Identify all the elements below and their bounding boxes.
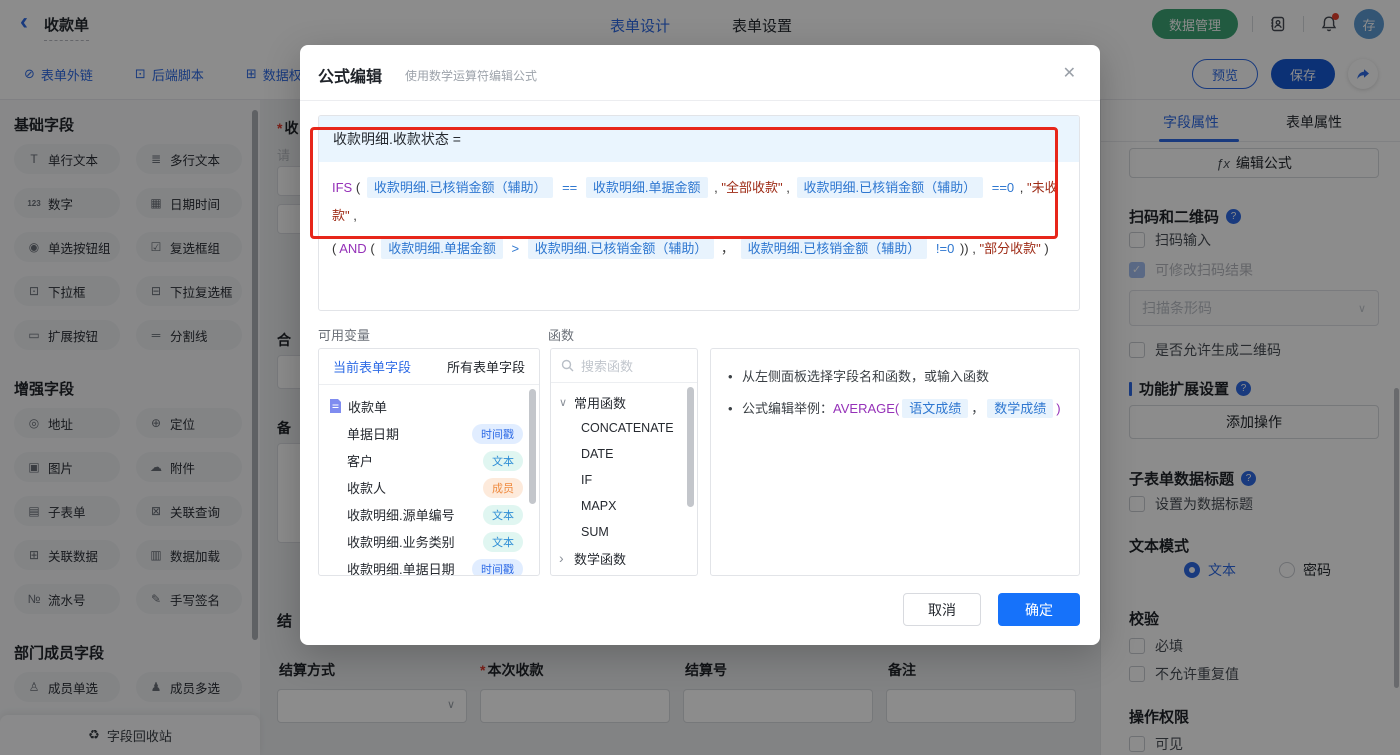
- function-list: 常用函数 CONCATENATE DATE IF MAPX SUM 数学函数: [551, 383, 697, 576]
- function-item[interactable]: CONCATENATE: [551, 415, 697, 441]
- formula-token: IFS: [332, 180, 352, 195]
- formula-token: ,: [972, 241, 976, 256]
- functions-label: 函数: [548, 325, 574, 344]
- function-search-input[interactable]: 搜索函数: [551, 349, 697, 383]
- document-icon: [329, 399, 342, 413]
- variables-panel: 当前表单字段 所有表单字段 收款单 单据日期 时间戳 客户 文本: [318, 348, 540, 576]
- modal-header: 公式编辑 使用数学运算符编辑公式 ✕: [300, 45, 1100, 101]
- search-placeholder: 搜索函数: [581, 356, 633, 375]
- function-item[interactable]: MAPX: [551, 493, 697, 519]
- field-type-badge: 文本: [483, 451, 523, 471]
- variables-scrollbar[interactable]: [529, 389, 536, 504]
- variable-field-row[interactable]: 客户 文本: [329, 447, 539, 474]
- tab-all-form-fields[interactable]: 所有表单字段: [447, 357, 525, 376]
- variable-field-row[interactable]: 收款明细.业务类别 文本: [329, 528, 539, 555]
- formula-token: ==0: [992, 180, 1014, 195]
- formula-token: ，: [721, 241, 734, 256]
- variable-field-row[interactable]: 收款人 成员: [329, 474, 539, 501]
- formula-token: "部分收款": [980, 241, 1041, 256]
- formula-body[interactable]: IFS ( 收款明细.已核销金额（辅助） == 收款明细.单据金额 , "全部收…: [319, 162, 1079, 275]
- tab-current-form-fields[interactable]: 当前表单字段: [333, 357, 411, 376]
- variable-field-row[interactable]: 单据日期 时间戳: [329, 420, 539, 447]
- formula-token: 收款明细.已核销金额（辅助）: [528, 238, 715, 259]
- field-type-badge: 时间戳: [472, 559, 523, 577]
- formula-token: (: [332, 241, 336, 256]
- formula-token: [332, 230, 1066, 235]
- search-icon: [561, 359, 574, 372]
- modal-subtitle: 使用数学运算符编辑公式: [405, 67, 537, 84]
- formula-target: 收款明细.收款状态 =: [319, 116, 1079, 162]
- variable-field-row[interactable]: 收款明细.源单编号 文本: [329, 501, 539, 528]
- formula-token: ,: [786, 180, 790, 195]
- formula-token: ,: [353, 208, 357, 223]
- formula-token: 收款明细.单据金额: [586, 177, 708, 198]
- formula-token: (: [356, 180, 360, 195]
- formula-token: 收款明细.已核销金额（辅助）: [797, 177, 984, 198]
- function-item[interactable]: IF: [551, 467, 697, 493]
- formula-help-panel: 从左侧面板选择字段名和函数，或输入函数 公式编辑举例：AVERAGE(语文成绩，…: [710, 348, 1080, 576]
- formula-token: "全部收款": [721, 180, 782, 195]
- function-group-collapsed[interactable]: 文本函数: [551, 571, 697, 576]
- formula-token: ): [1044, 241, 1048, 256]
- app-root: ‹ 收款单 表单设计 表单设置 数据管理 存 ⊘ 表单外链: [0, 0, 1400, 755]
- formula-token: ==: [562, 180, 577, 195]
- formula-token: ,: [1020, 180, 1024, 195]
- function-item[interactable]: SUM: [551, 519, 697, 545]
- field-type-badge: 文本: [483, 532, 523, 552]
- formula-token: ,: [714, 180, 718, 195]
- field-type-badge: 文本: [483, 505, 523, 525]
- help-tip-example: 公式编辑举例：AVERAGE(语文成绩，数学成绩): [728, 396, 1062, 422]
- variables-tree: 收款单 单据日期 时间戳 客户 文本 收款人 成员: [319, 385, 539, 576]
- chevron-right-icon: [559, 550, 569, 566]
- formula-token: >: [512, 241, 520, 256]
- function-group-collapsed[interactable]: 数学函数: [551, 545, 697, 571]
- formula-edit-modal: 公式编辑 使用数学运算符编辑公式 ✕ 收款明细.收款状态 = IFS ( 收款明…: [300, 45, 1100, 645]
- close-icon[interactable]: ✕: [1063, 63, 1076, 83]
- variables-root-node[interactable]: 收款单: [329, 392, 539, 420]
- formula-editor[interactable]: 收款明细.收款状态 = IFS ( 收款明细.已核销金额（辅助） == 收款明细…: [318, 115, 1080, 311]
- formula-token: !=0: [936, 241, 954, 256]
- functions-panel: 搜索函数 常用函数 CONCATENATE DATE IF MAPX SUM: [550, 348, 698, 576]
- modal-title: 公式编辑: [318, 63, 382, 87]
- formula-token: (: [370, 241, 374, 256]
- field-type-badge: 成员: [483, 478, 523, 498]
- help-tip: 从左侧面板选择字段名和函数，或输入函数: [728, 364, 1062, 390]
- formula-token: 收款明细.已核销金额（辅助）: [367, 177, 554, 198]
- function-item[interactable]: DATE: [551, 441, 697, 467]
- confirm-button[interactable]: 确定: [998, 593, 1080, 626]
- formula-token: )): [960, 241, 969, 256]
- functions-scrollbar[interactable]: [687, 387, 694, 507]
- variable-field-row[interactable]: 收款明细.单据日期 时间戳: [329, 555, 539, 576]
- function-group-expanded[interactable]: 常用函数: [551, 389, 697, 415]
- formula-token: AND: [339, 241, 366, 256]
- cancel-button[interactable]: 取消: [903, 593, 981, 626]
- field-type-badge: 时间戳: [472, 424, 523, 444]
- chevron-down-icon: [559, 396, 569, 409]
- formula-token: 收款明细.单据金额: [381, 238, 503, 259]
- variables-tabs: 当前表单字段 所有表单字段: [319, 349, 539, 385]
- variables-label: 可用变量: [318, 325, 370, 344]
- formula-token: 收款明细.已核销金额（辅助）: [741, 238, 928, 259]
